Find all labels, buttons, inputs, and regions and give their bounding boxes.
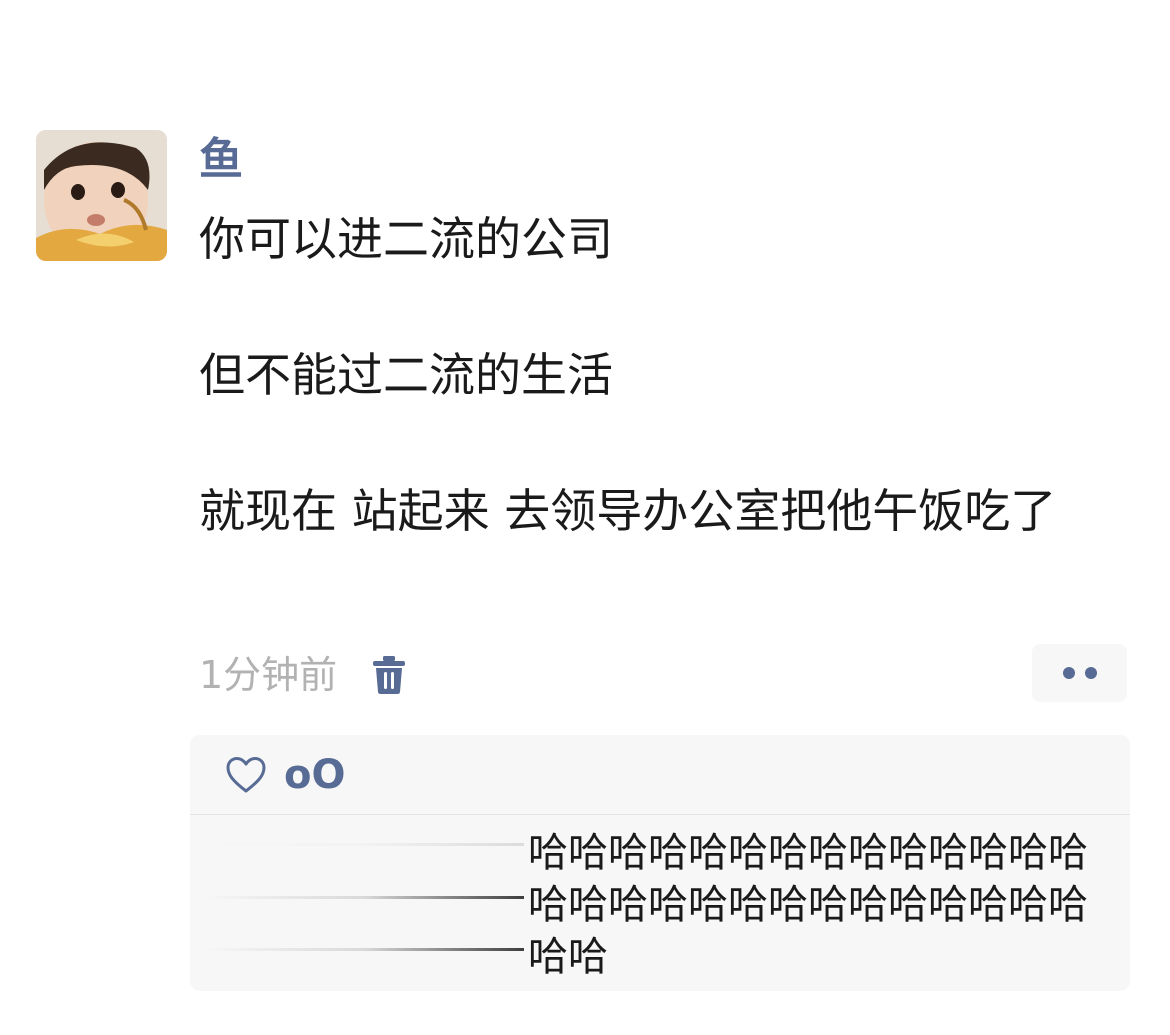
more-dots-icon[interactable] xyxy=(1032,644,1127,702)
more-dot xyxy=(1062,667,1075,679)
heart-outline-icon xyxy=(226,756,266,792)
comment-text: 哈哈哈哈哈哈哈哈哈哈哈哈哈哈哈哈哈哈哈哈哈哈哈哈哈哈哈哈哈哈 xyxy=(528,830,1088,980)
post-content: 你可以进二流的公司 但不能过二流的生活 就现在 站起来 去领导办公室把他午饭吃了 xyxy=(199,205,1119,545)
redacted-commenter-mark xyxy=(204,843,524,846)
post-line: 就现在 站起来 去领导办公室把他午饭吃了 xyxy=(199,484,1057,538)
more-dot xyxy=(1084,667,1097,679)
post-meta: 1分钟前 xyxy=(199,648,407,702)
author-name[interactable]: 鱼 xyxy=(199,134,243,186)
comment-item[interactable]: 哈哈哈哈哈哈哈哈哈哈哈哈哈哈哈哈哈哈哈哈哈哈哈哈哈哈哈哈哈哈 xyxy=(190,815,1130,991)
post-line: 你可以进二流的公司 xyxy=(199,212,613,266)
post-time: 1分钟前 xyxy=(199,653,338,697)
likes-row: oO xyxy=(190,735,1130,815)
redacted-commenter-mark xyxy=(204,896,524,899)
redacted-commenter-mark xyxy=(204,948,524,951)
liker-name[interactable]: oO xyxy=(284,752,345,798)
avatar[interactable] xyxy=(36,130,167,261)
likes-comments-panel: oO 哈哈哈哈哈哈哈哈哈哈哈哈哈哈哈哈哈哈哈哈哈哈哈哈哈哈哈哈哈哈 xyxy=(190,735,1130,991)
trash-icon[interactable] xyxy=(371,653,407,697)
post-line: 但不能过二流的生活 xyxy=(199,348,613,402)
